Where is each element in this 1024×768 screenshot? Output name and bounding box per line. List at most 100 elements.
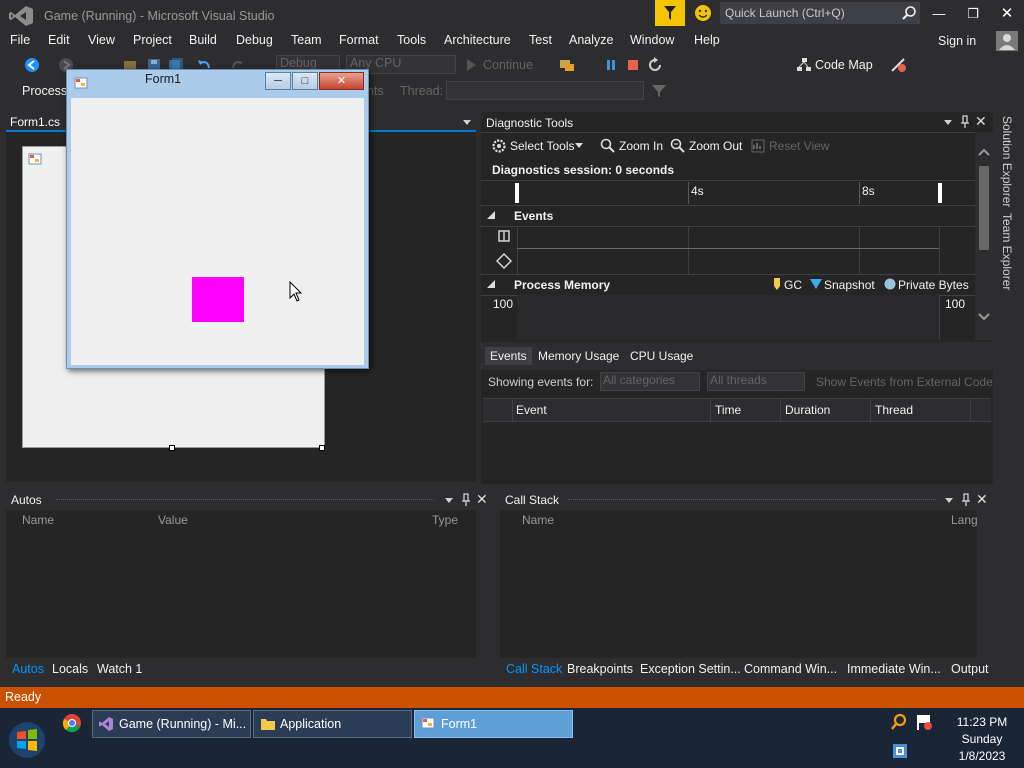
toggle-breakpoint-icon[interactable]	[890, 57, 908, 73]
tab-watch-1[interactable]: Watch 1	[97, 662, 142, 676]
menu-tools[interactable]: Tools	[397, 33, 426, 47]
scroll-down-icon[interactable]	[978, 313, 990, 321]
quick-launch-box[interactable]	[720, 2, 920, 24]
resize-handle-bottom[interactable]	[169, 445, 175, 451]
menu-format[interactable]: Format	[339, 33, 379, 47]
gear-icon[interactable]	[491, 138, 507, 154]
form1-minimize-button[interactable]: ─	[265, 72, 291, 90]
menu-view[interactable]: View	[88, 33, 115, 47]
code-map-button[interactable]: Code Map	[815, 58, 873, 72]
menu-build[interactable]: Build	[189, 33, 217, 47]
tab-exception-settings[interactable]: Exception Settin...	[640, 662, 741, 676]
tray-network-icon[interactable]	[891, 742, 909, 760]
form1-client-area[interactable]	[71, 98, 364, 365]
col-duration[interactable]: Duration	[785, 403, 830, 417]
solution-explorer-tab[interactable]: Solution Explorer	[1000, 116, 1014, 207]
resize-handle-corner[interactable]	[319, 445, 325, 451]
autos-scrollbar[interactable]	[476, 510, 492, 658]
menu-window[interactable]: Window	[630, 33, 674, 47]
menu-architecture[interactable]: Architecture	[444, 33, 511, 47]
user-avatar-icon[interactable]	[996, 31, 1018, 51]
menu-file[interactable]: File	[10, 33, 30, 47]
restore-button[interactable]: ❐	[962, 4, 984, 24]
categories-dropdown[interactable]: All categories	[600, 372, 700, 391]
break-all-pause-icon[interactable]	[604, 58, 618, 72]
threads-dropdown[interactable]: All threads	[707, 372, 805, 391]
scroll-up-icon[interactable]	[978, 148, 990, 156]
filter-icon[interactable]	[651, 83, 667, 99]
tab-events[interactable]: Events	[485, 347, 532, 365]
restart-icon[interactable]	[647, 57, 663, 73]
call-stack-scrollbar[interactable]	[977, 510, 993, 658]
taskbar-form1[interactable]: Form1	[414, 710, 573, 738]
tab-command-window[interactable]: Command Win...	[744, 662, 837, 676]
external-code-toggle[interactable]: Show Events from External Code	[816, 375, 993, 389]
tab-call-stack[interactable]: Call Stack	[506, 662, 562, 676]
call-stack-menu-icon[interactable]	[944, 496, 954, 504]
autos-close-icon[interactable]: ✕	[476, 491, 488, 508]
zoom-out-icon[interactable]	[670, 138, 686, 154]
tab-breakpoints[interactable]: Breakpoints	[567, 662, 633, 676]
menu-team[interactable]: Team	[291, 33, 322, 47]
stop-debugging-icon[interactable]	[626, 58, 640, 72]
feedback-smiley-icon[interactable]	[694, 4, 712, 22]
reset-view-icon[interactable]	[751, 139, 765, 153]
menu-test[interactable]: Test	[529, 33, 552, 47]
panel-menu-icon[interactable]	[943, 118, 953, 126]
tab-cpu-usage[interactable]: CPU Usage	[630, 349, 693, 363]
autos-menu-icon[interactable]	[444, 496, 454, 504]
panel-close-icon[interactable]: ✕	[975, 113, 987, 130]
menu-debug[interactable]: Debug	[236, 33, 273, 47]
form1-close-button[interactable]: ✕	[319, 72, 364, 90]
quick-launch-input[interactable]	[721, 3, 897, 23]
autos-col-name[interactable]: Name	[22, 513, 54, 527]
menu-analyze[interactable]: Analyze	[569, 33, 613, 47]
tab-immediate-window[interactable]: Immediate Win...	[847, 662, 941, 676]
start-button-icon[interactable]	[4, 712, 50, 764]
menu-edit[interactable]: Edit	[48, 33, 70, 47]
minimize-button[interactable]: —	[928, 4, 950, 24]
menu-help[interactable]: Help	[694, 33, 720, 47]
diag-scrollbar[interactable]	[975, 132, 993, 340]
close-button[interactable]: ✕	[996, 4, 1018, 24]
autos-col-type[interactable]: Type	[432, 513, 458, 527]
thread-dropdown[interactable]	[446, 81, 644, 100]
call-stack-col-name[interactable]: Name	[522, 513, 554, 527]
tab-locals[interactable]: Locals	[52, 662, 88, 676]
col-time[interactable]: Time	[715, 403, 741, 417]
col-thread[interactable]: Thread	[875, 403, 913, 417]
form1-maximize-button[interactable]: □	[292, 72, 318, 90]
tab-memory-usage[interactable]: Memory Usage	[538, 349, 619, 363]
col-event[interactable]: Event	[516, 403, 547, 417]
tab-output[interactable]: Output	[951, 662, 989, 676]
form1-window[interactable]: Form1 ─ □ ✕	[66, 69, 369, 369]
tray-flag-icon[interactable]	[915, 713, 933, 731]
collapse-memory-icon[interactable]	[487, 280, 495, 288]
notification-button[interactable]	[655, 0, 685, 26]
chrome-icon[interactable]	[62, 713, 82, 733]
zoom-out-button[interactable]: Zoom Out	[689, 139, 742, 153]
continue-play-icon[interactable]	[465, 58, 477, 72]
team-explorer-tab[interactable]: Team Explorer	[1000, 213, 1014, 290]
taskbar-clock[interactable]: 11:23 PM Sunday 1/8/2023	[940, 714, 1024, 765]
call-stack-pin-icon[interactable]	[960, 493, 972, 507]
call-stack-close-icon[interactable]: ✕	[976, 491, 988, 508]
autos-col-value[interactable]: Value	[158, 513, 188, 527]
tab-overflow-icon[interactable]	[462, 118, 472, 126]
select-tools-button[interactable]: Select Tools	[510, 139, 574, 153]
document-tab-form1[interactable]: Form1.cs	[6, 113, 64, 131]
menu-project[interactable]: Project	[133, 33, 172, 47]
taskbar-application-folder[interactable]: Application	[253, 710, 412, 738]
timeline-end-handle[interactable]	[938, 183, 942, 203]
process-debug-icon[interactable]	[558, 57, 576, 73]
back-icon[interactable]	[24, 57, 40, 73]
collapse-events-icon[interactable]	[487, 211, 495, 219]
sign-in-link[interactable]: Sign in	[938, 34, 976, 48]
timeline-start-handle[interactable]	[515, 183, 519, 203]
pin-icon[interactable]	[959, 115, 971, 129]
tray-search-icon[interactable]	[890, 713, 908, 731]
taskbar-visual-studio[interactable]: Game (Running) - Mi...	[92, 710, 251, 738]
scroll-thumb[interactable]	[979, 166, 989, 250]
search-icon[interactable]	[901, 5, 917, 21]
zoom-in-icon[interactable]	[600, 138, 616, 154]
